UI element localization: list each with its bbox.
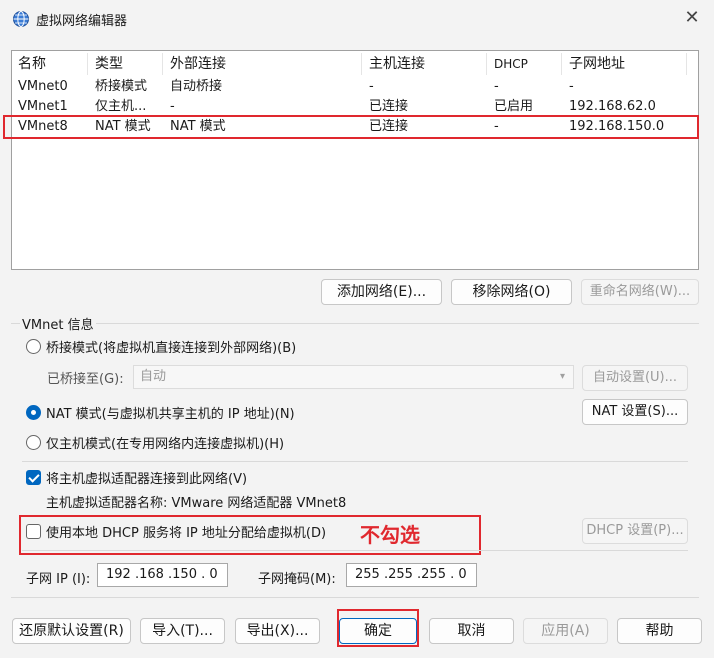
column-header-name[interactable]: 名称 (12, 53, 88, 75)
help-button[interactable]: 帮助 (617, 618, 702, 644)
add-network-button[interactable]: 添加网络(E)... (321, 279, 442, 305)
group-border (11, 323, 699, 324)
cell-type: 桥接模式 (95, 79, 148, 94)
cell-dhcp: - (494, 119, 499, 134)
cell-name: VMnet8 (18, 119, 68, 134)
cell-name: VMnet1 (18, 99, 68, 114)
table-row-selected[interactable]: VMnet8 NAT 模式 NAT 模式 已连接 - 192.168.150.0 (12, 117, 698, 137)
cell-host: 已连接 (369, 99, 409, 114)
table-row[interactable]: VMnet1 仅主机... - 已连接 已启用 192.168.62.0 (12, 97, 698, 117)
bridged-to-value: 自动 (140, 369, 167, 384)
ok-button[interactable]: 确定 (339, 618, 417, 644)
cell-type: NAT 模式 (95, 119, 151, 134)
import-button[interactable]: 导入(T)... (140, 618, 225, 644)
export-button[interactable]: 导出(X)... (235, 618, 320, 644)
host-only-label[interactable]: 仅主机模式(在专用网络内连接虚拟机)(H) (46, 433, 284, 452)
cell-subnet: - (569, 79, 574, 94)
cell-type: 仅主机... (95, 99, 147, 114)
restore-defaults-button[interactable]: 还原默认设置(R) (12, 618, 131, 644)
adapter-name-text: 主机虚拟适配器名称: VMware 网络适配器 VMnet8 (46, 496, 347, 511)
apply-button[interactable]: 应用(A) (523, 618, 608, 644)
divider (22, 550, 688, 551)
connect-adapter-label[interactable]: 将主机虚拟适配器连接到此网络(V) (46, 468, 247, 487)
group-title: VMnet 信息 (20, 314, 96, 333)
table-row[interactable]: VMnet0 桥接模式 自动桥接 - - - (12, 77, 698, 97)
cell-subnet: 192.168.62.0 (569, 99, 656, 114)
subnet-ip-input[interactable]: 192 .168 .150 . 0 (97, 563, 228, 587)
cell-name: VMnet0 (18, 79, 68, 94)
subnet-mask-label: 子网掩码(M): (258, 572, 336, 587)
cancel-button[interactable]: 取消 (429, 618, 514, 644)
annotation-do-not-check: 不勾选 (360, 523, 420, 547)
chevron-down-icon: ▾ (559, 371, 565, 382)
column-header-external[interactable]: 外部连接 (164, 53, 362, 75)
connect-adapter-checkbox[interactable] (26, 470, 41, 485)
cell-external: - (170, 99, 175, 114)
cell-dhcp: 已启用 (494, 99, 534, 114)
cell-host: - (369, 79, 374, 94)
bridge-mode-radio[interactable] (26, 339, 41, 354)
rename-network-button[interactable]: 重命名网络(W)... (581, 279, 699, 305)
nat-mode-radio[interactable] (26, 405, 41, 420)
bridged-to-select[interactable]: 自动 ▾ (133, 365, 574, 389)
cell-external: NAT 模式 (170, 119, 226, 134)
column-header-dhcp[interactable]: DHCP (488, 53, 562, 75)
subnet-ip-label: 子网 IP (I): (26, 572, 91, 587)
column-header-host[interactable]: 主机连接 (363, 53, 487, 75)
nat-settings-button[interactable]: NAT 设置(S)... (582, 399, 688, 425)
cell-subnet: 192.168.150.0 (569, 119, 665, 134)
network-table: 名称 类型 外部连接 主机连接 DHCP 子网地址 VMnet0 桥接模式 自动… (11, 50, 699, 270)
use-dhcp-checkbox[interactable] (26, 524, 41, 539)
cell-external: 自动桥接 (170, 79, 223, 94)
divider (22, 461, 688, 462)
globe-network-icon (13, 11, 29, 27)
auto-settings-button[interactable]: 自动设置(U)... (582, 365, 688, 391)
use-dhcp-label[interactable]: 使用本地 DHCP 服务将 IP 地址分配给虚拟机(D) (46, 522, 326, 541)
column-header-subnet[interactable]: 子网地址 (563, 53, 687, 75)
subnet-mask-input[interactable]: 255 .255 .255 . 0 (346, 563, 477, 587)
host-only-radio[interactable] (26, 435, 41, 450)
cell-host: 已连接 (369, 119, 409, 134)
window-title: 虚拟网络编辑器 (36, 14, 128, 29)
bridge-mode-label[interactable]: 桥接模式(将虚拟机直接连接到外部网络)(B) (46, 337, 296, 356)
close-icon[interactable]: ✕ (680, 6, 704, 30)
dhcp-settings-button[interactable]: DHCP 设置(P)... (582, 518, 688, 544)
remove-network-button[interactable]: 移除网络(O) (451, 279, 572, 305)
nat-mode-label[interactable]: NAT 模式(与虚拟机共享主机的 IP 地址)(N) (46, 403, 295, 422)
cell-dhcp: - (494, 79, 499, 94)
column-header-type[interactable]: 类型 (89, 53, 163, 75)
bridged-to-label: 已桥接至(G): (47, 372, 124, 387)
group-border-bottom (11, 597, 699, 598)
